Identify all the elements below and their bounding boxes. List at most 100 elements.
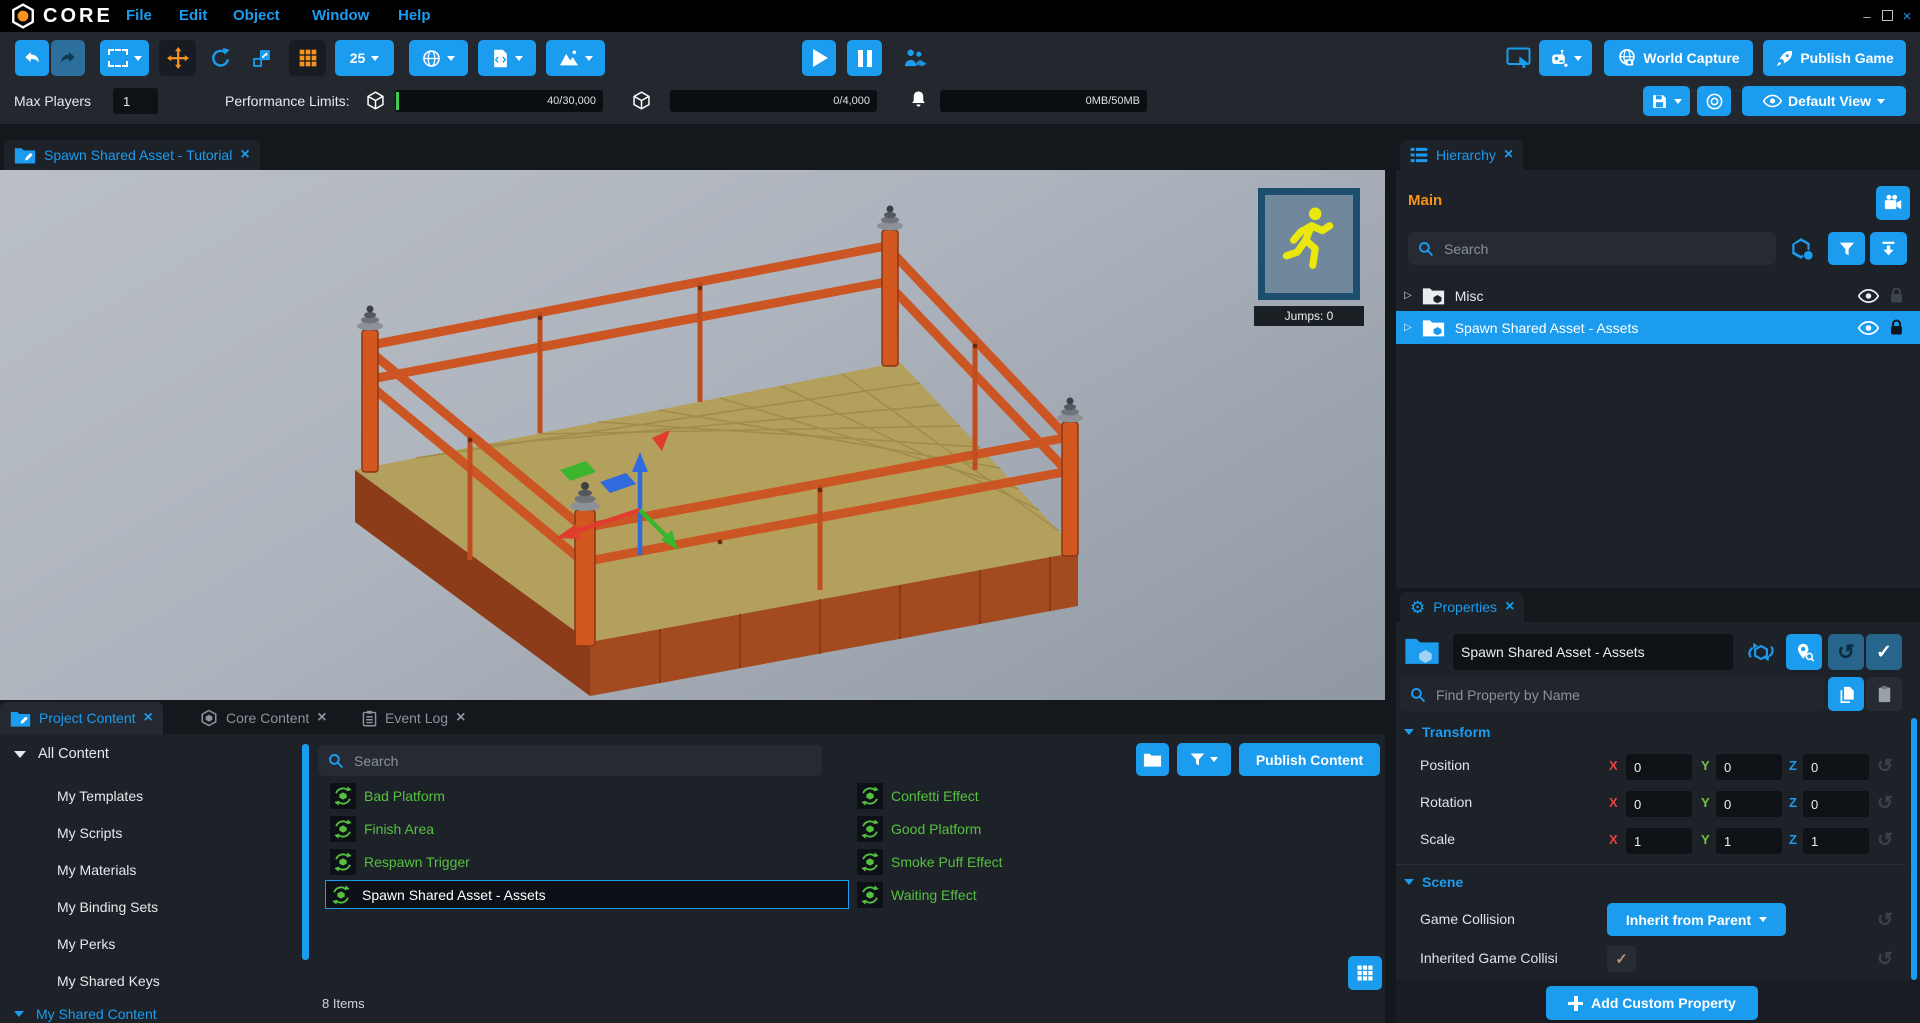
reset-icon[interactable]: ↺ [1877, 829, 1893, 852]
content-search[interactable] [318, 745, 822, 776]
list-item[interactable]: Respawn Trigger [330, 849, 470, 875]
find-in-scene-button[interactable] [1786, 634, 1822, 670]
tab-viewport-tutorial[interactable]: Spawn Shared Asset - Tutorial × [4, 140, 260, 170]
menu-window[interactable]: Window [312, 0, 369, 32]
visibility-eye-icon[interactable] [1858, 321, 1879, 335]
close-icon[interactable]: × [1898, 8, 1916, 25]
content-filter-dropdown[interactable] [1177, 743, 1231, 776]
menu-help[interactable]: Help [398, 0, 431, 32]
object-name-input[interactable] [1453, 634, 1733, 670]
tree-item-my-materials[interactable]: My Materials [57, 862, 136, 878]
copy-properties-button[interactable] [1828, 677, 1864, 711]
property-search[interactable] [1400, 678, 1824, 711]
tree-item-my-perks[interactable]: My Perks [57, 936, 115, 952]
publish-game-button[interactable]: Publish Game [1763, 40, 1906, 76]
close-icon[interactable]: × [1504, 146, 1513, 164]
list-item[interactable]: Smoke Puff Effect [857, 849, 1003, 875]
grid-snap-button[interactable] [289, 40, 326, 76]
apply-name-button[interactable]: ✓ [1866, 634, 1902, 670]
new-folder-button[interactable] [1136, 743, 1169, 776]
tab-project-content[interactable]: Project Content × [0, 702, 163, 734]
hierarchy-row-spawn-shared-asset[interactable]: ▷ Spawn Shared Asset - Assets [1396, 311, 1920, 344]
max-players-input[interactable] [113, 88, 158, 114]
scale-tool-button[interactable] [245, 40, 279, 76]
hierarchy-search[interactable] [1408, 232, 1776, 265]
menu-file[interactable]: File [126, 0, 152, 32]
tree-item-all-content[interactable]: All Content [14, 746, 109, 762]
close-icon[interactable]: × [240, 146, 249, 164]
close-icon[interactable]: × [317, 709, 326, 727]
section-transform[interactable]: Transform [1404, 724, 1490, 740]
target-button[interactable] [1697, 86, 1731, 116]
close-icon[interactable]: × [144, 709, 153, 727]
tree-item-my-binding-sets[interactable]: My Binding Sets [57, 899, 158, 915]
list-item-selected[interactable]: Spawn Shared Asset - Assets [325, 880, 849, 909]
property-search-input[interactable] [1434, 686, 1814, 704]
tab-event-log[interactable]: Event Log × [352, 702, 475, 734]
list-item[interactable]: Bad Platform [330, 783, 445, 809]
expand-icon[interactable]: ▷ [1404, 290, 1412, 301]
tree-item-my-templates[interactable]: My Templates [57, 788, 143, 804]
move-tool-button[interactable] [159, 40, 196, 76]
list-item[interactable]: Confetti Effect [857, 783, 979, 809]
scale-y-input[interactable] [1716, 828, 1782, 854]
cinematic-camera-button[interactable] [1876, 186, 1910, 220]
publish-content-button[interactable]: Publish Content [1239, 743, 1380, 776]
game-collision-dropdown[interactable]: Inherit from Parent [1607, 903, 1786, 936]
add-custom-property-button[interactable]: Add Custom Property [1546, 986, 1758, 1020]
tree-item-my-shared-keys[interactable]: My Shared Keys [57, 973, 160, 989]
find-object-button[interactable] [1786, 234, 1818, 264]
world-tools-dropdown[interactable] [409, 40, 468, 76]
rotation-x-input[interactable] [1626, 791, 1692, 817]
multiplayer-preview-button[interactable] [898, 40, 930, 76]
rotation-y-input[interactable] [1716, 791, 1782, 817]
lock-icon[interactable] [1889, 287, 1904, 304]
pause-button[interactable] [847, 40, 882, 76]
viewport-3d[interactable]: Jumps: 0 [0, 170, 1385, 700]
reset-icon[interactable]: ↺ [1877, 792, 1893, 815]
grid-view-button[interactable] [1348, 956, 1382, 990]
snap-size-dropdown[interactable]: 25 [335, 40, 394, 76]
script-tools-dropdown[interactable] [478, 40, 536, 76]
reset-icon[interactable]: ↺ [1877, 909, 1893, 932]
hierarchy-row-misc[interactable]: ▷ Misc [1396, 280, 1920, 311]
networked-orbit-icon[interactable] [1746, 639, 1776, 665]
rotate-tool-button[interactable] [202, 40, 239, 76]
hierarchy-search-input[interactable] [1442, 240, 1766, 258]
position-y-input[interactable] [1716, 754, 1782, 780]
default-view-dropdown[interactable]: Default View [1742, 86, 1906, 116]
content-search-input[interactable] [352, 752, 812, 770]
terrain-tools-dropdown[interactable] [546, 40, 605, 76]
list-item[interactable]: Finish Area [330, 816, 434, 842]
revert-name-button[interactable]: ↺ [1828, 634, 1864, 670]
paste-properties-button[interactable] [1866, 677, 1902, 711]
screen-share-button[interactable] [1504, 40, 1534, 76]
tab-core-content[interactable]: Core Content × [190, 702, 337, 734]
tree-scrollbar[interactable] [302, 744, 309, 960]
properties-scrollbar[interactable] [1911, 718, 1917, 980]
tree-item-my-shared-content[interactable]: My Shared Content [14, 1006, 157, 1022]
bot-tools-dropdown[interactable] [1539, 40, 1592, 76]
position-z-input[interactable] [1803, 754, 1869, 780]
import-button[interactable] [1870, 232, 1907, 265]
lock-icon[interactable] [1889, 319, 1904, 336]
reset-icon[interactable]: ↺ [1877, 948, 1893, 971]
tab-properties[interactable]: ⚙ Properties × [1400, 592, 1524, 622]
tab-hierarchy[interactable]: Hierarchy × [1400, 140, 1523, 170]
close-icon[interactable]: × [456, 709, 465, 727]
reset-icon[interactable]: ↺ [1877, 755, 1893, 778]
rotation-z-input[interactable] [1803, 791, 1869, 817]
scale-z-input[interactable] [1803, 828, 1869, 854]
world-capture-button[interactable]: World Capture [1604, 40, 1753, 76]
tree-item-my-scripts[interactable]: My Scripts [57, 825, 122, 841]
save-dropdown-button[interactable] [1643, 86, 1690, 116]
minimize-icon[interactable]: – [1858, 9, 1876, 24]
menu-object[interactable]: Object [233, 0, 280, 32]
position-x-input[interactable] [1626, 754, 1692, 780]
restore-icon[interactable] [1878, 9, 1896, 24]
hierarchy-filter-button[interactable] [1828, 232, 1865, 265]
list-item[interactable]: Good Platform [857, 816, 981, 842]
redo-button[interactable] [51, 40, 85, 76]
list-item[interactable]: Waiting Effect [857, 882, 977, 908]
play-button[interactable] [802, 40, 836, 76]
